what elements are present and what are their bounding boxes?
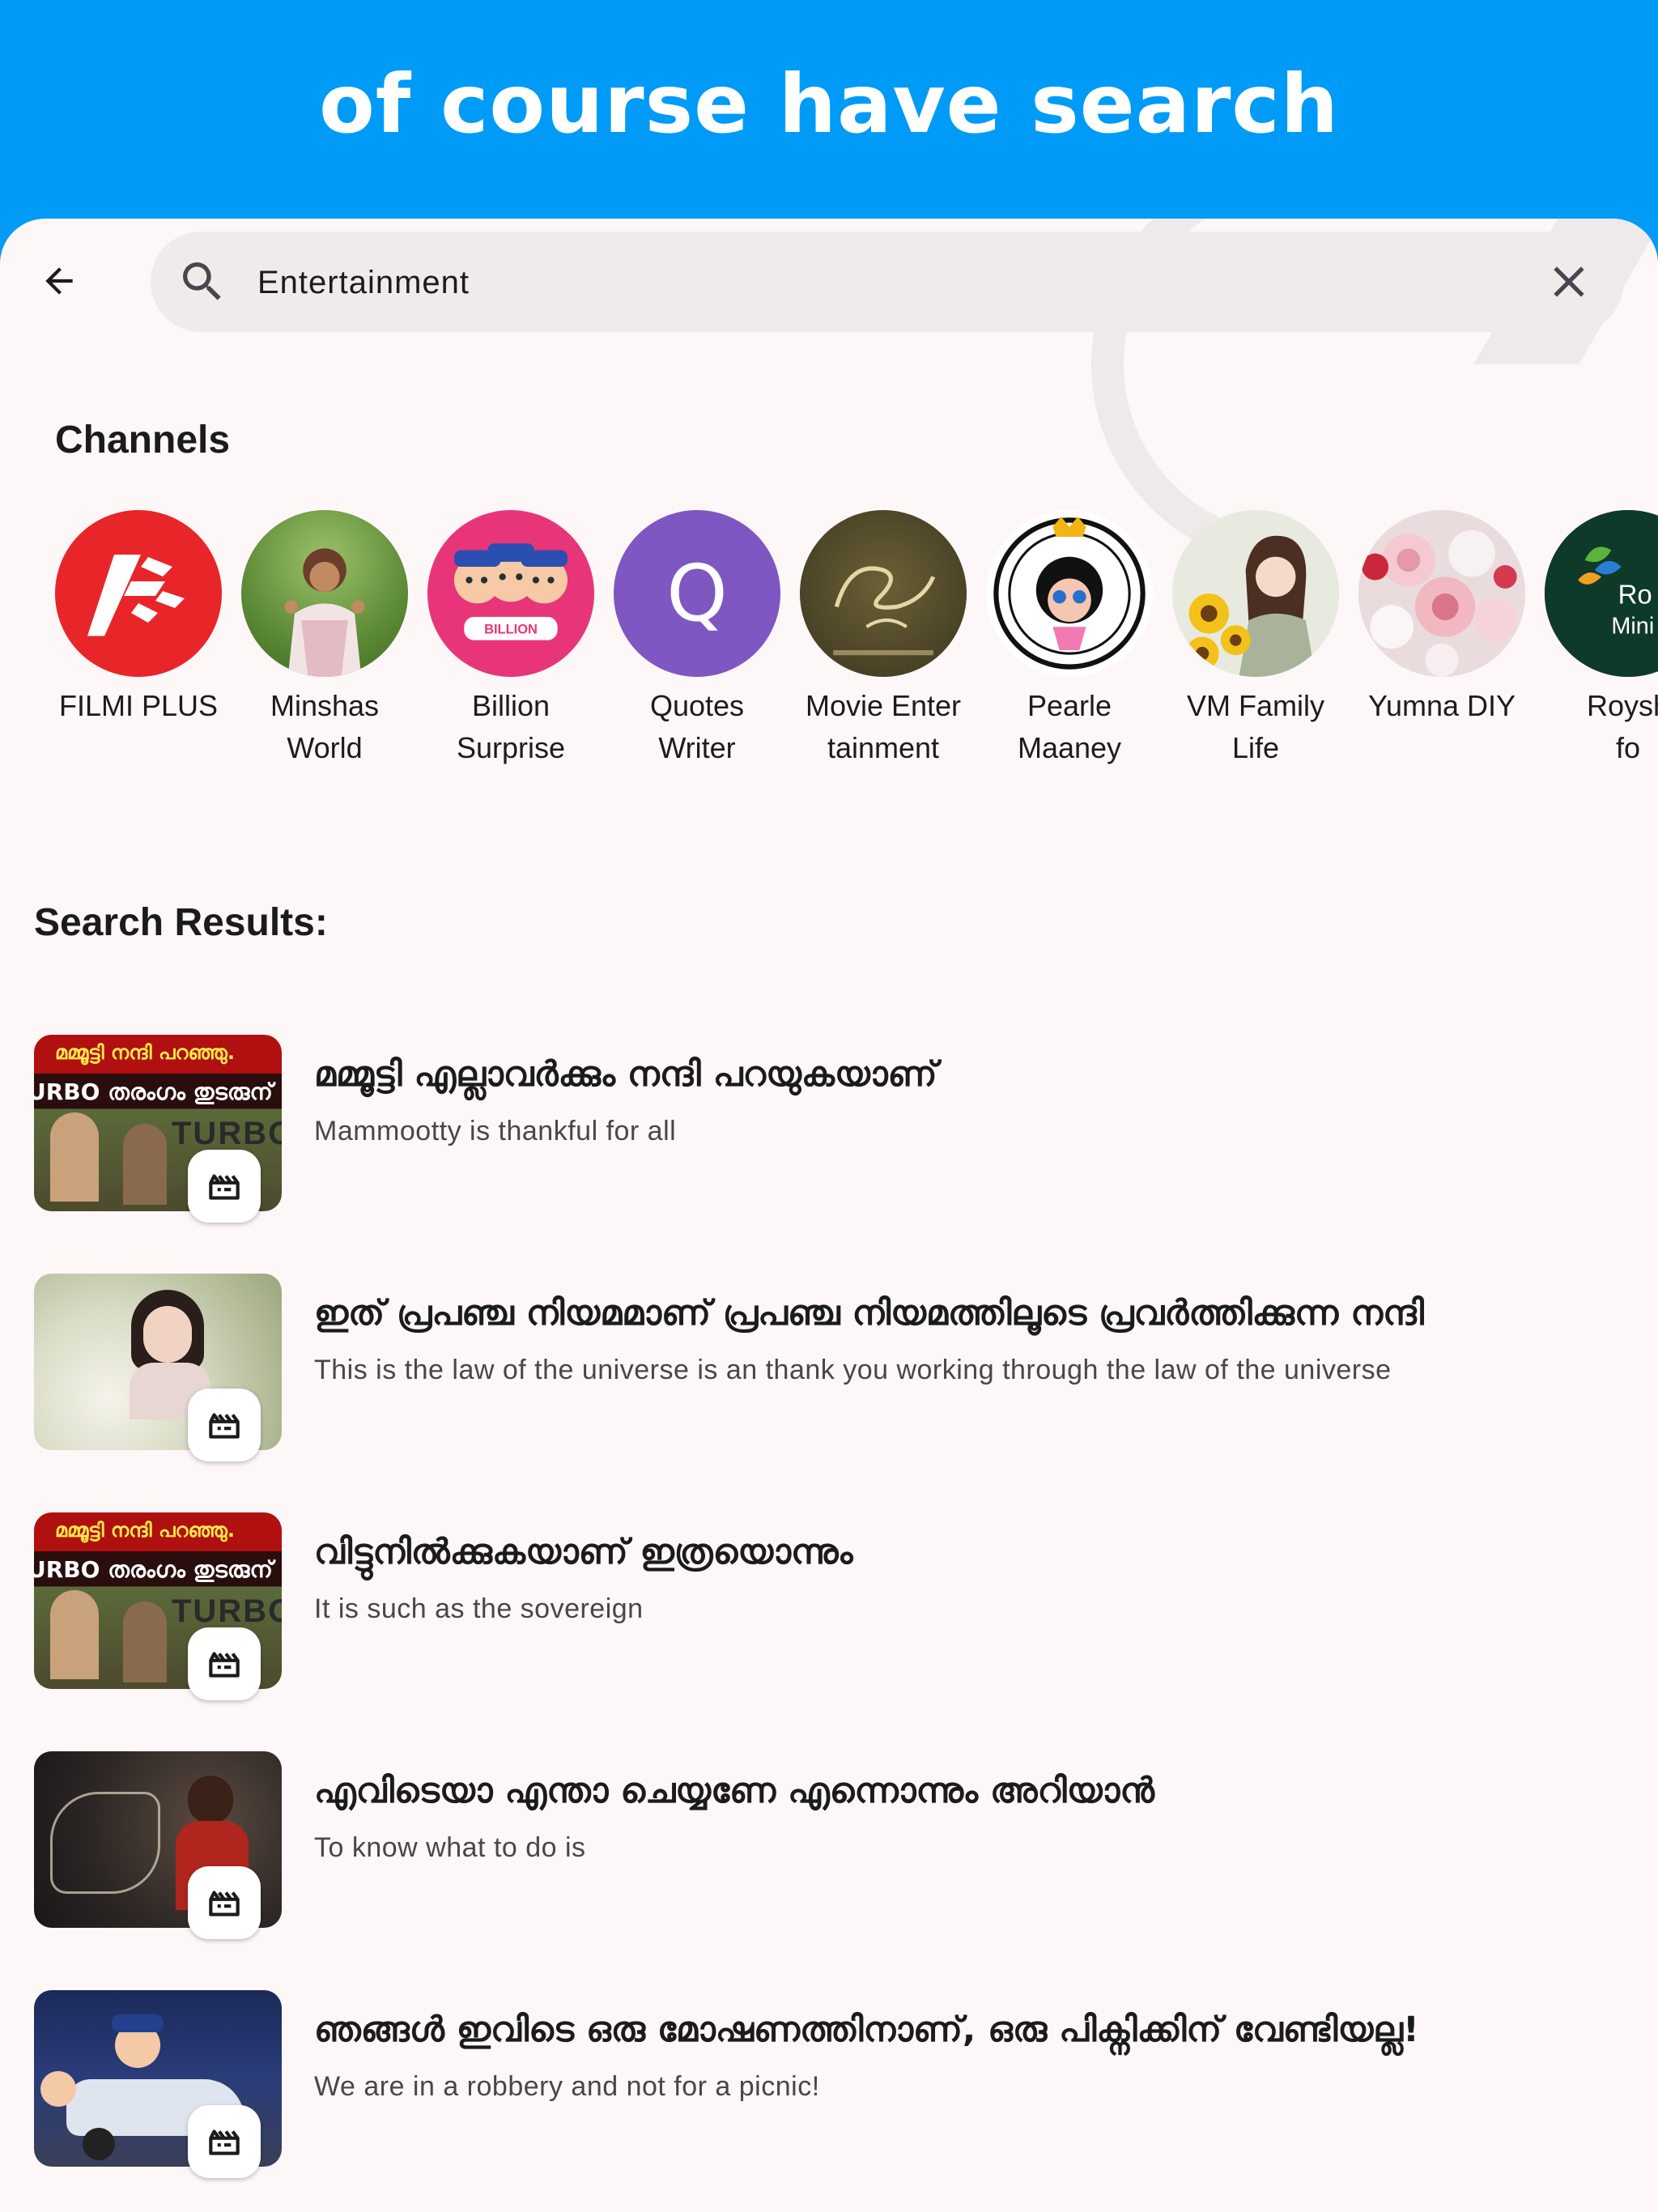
channel-pearle-maaney[interactable]: Pearle Maaney bbox=[984, 510, 1154, 769]
channel-name: Minshas World bbox=[270, 689, 380, 764]
video-clip-icon bbox=[188, 1150, 261, 1223]
billion-surprise-logo-icon: BILLION bbox=[427, 510, 594, 677]
result-subtitle: This is the law of the universe is an th… bbox=[314, 1355, 1392, 1385]
movie-poster-icon bbox=[800, 510, 967, 677]
result-title: ഞങ്ങൾ ഇവിടെ ഒരു മോഷണത്തിനാണ്, ഒരു പിക്നി… bbox=[314, 2010, 1419, 2050]
channel-roysh[interactable]: Ro Mini Roysh fo bbox=[1543, 510, 1658, 769]
result-subtitle: To know what to do is bbox=[314, 1832, 586, 1863]
roysh-logo-icon: Ro Mini bbox=[1545, 510, 1658, 677]
result-title: മമ്മൂട്ടി എല്ലാവർക്കും നന്ദി പറയുകയാണ് bbox=[314, 1054, 937, 1095]
video-clip-icon bbox=[188, 1627, 261, 1700]
result-subtitle: It is such as the sovereign bbox=[314, 1593, 644, 1624]
result-item[interactable]: എവിടെയാ എന്താ ചെയ്യണേ എന്നൊന്നും അറിയാൻ … bbox=[34, 1751, 1621, 1939]
avatar-letter: Q bbox=[614, 510, 780, 677]
search-input[interactable] bbox=[256, 248, 1457, 317]
search-icon bbox=[183, 262, 221, 300]
flowers-photo-icon bbox=[1358, 510, 1525, 677]
result-subtitle: Mammootty is thankful for all bbox=[314, 1116, 677, 1146]
person-photo-icon bbox=[241, 510, 408, 677]
channel-name: Billion Surprise bbox=[456, 689, 566, 764]
search-screen: Channels FILMI PLUS bbox=[0, 219, 1658, 2212]
channel-yumna-diy[interactable]: Yumna DIY bbox=[1357, 510, 1527, 727]
thumbnail-caption: URBO തരംഗം തുടരുന് bbox=[34, 1078, 273, 1105]
promo-banner: of course have search bbox=[0, 0, 1658, 219]
thumbnail-caption: മമ്മൂട്ടി നന്ദി പറഞ്ഞു. bbox=[55, 1041, 236, 1064]
thumbnail-caption: TURBO bbox=[172, 1593, 282, 1629]
banner-title: of course have search bbox=[319, 57, 1339, 151]
channel-name: Quotes Writer bbox=[649, 689, 745, 764]
channel-name: FILMI PLUS bbox=[58, 689, 219, 722]
svg-text:Ro: Ro bbox=[1618, 579, 1652, 609]
channel-name: VM Family Life bbox=[1187, 689, 1324, 764]
thumbnail-caption: URBO തരംഗം തുടരുന് bbox=[34, 1556, 273, 1583]
video-clip-icon bbox=[188, 1389, 261, 1461]
svg-text:BILLION: BILLION bbox=[484, 622, 538, 636]
arrow-left-icon bbox=[45, 267, 73, 295]
result-item[interactable]: മമ്മൂട്ടി നന്ദി പറഞ്ഞു. URBO തരംഗം തുടരു… bbox=[34, 1035, 1621, 1223]
result-title: എവിടെയാ എന്താ ചെയ്യണേ എന്നൊന്നും അറിയാൻ bbox=[314, 1771, 1155, 1811]
channel-name: Roysh fo bbox=[1586, 689, 1658, 764]
search-bar[interactable] bbox=[151, 232, 1624, 332]
channel-minshas-world[interactable]: Minshas World bbox=[240, 510, 410, 769]
channel-name: Pearle Maaney bbox=[1017, 689, 1122, 764]
channel-filmi-plus[interactable]: FILMI PLUS bbox=[53, 510, 223, 727]
close-icon[interactable] bbox=[1543, 256, 1595, 308]
video-clip-icon bbox=[188, 1866, 261, 1939]
result-subtitle: We are in a robbery and not for a picnic… bbox=[314, 2071, 820, 2102]
thumbnail-caption: TURBO bbox=[172, 1116, 282, 1151]
channel-quotes-writer[interactable]: Q Quotes Writer bbox=[612, 510, 782, 769]
back-button[interactable] bbox=[29, 251, 89, 311]
channel-vm-family-life[interactable]: VM Family Life bbox=[1171, 510, 1341, 769]
channels-heading: Channels bbox=[55, 419, 231, 462]
channel-name: Yumna DIY bbox=[1367, 689, 1516, 722]
channel-billion-surprise[interactable]: BILLION Billion Surprise bbox=[426, 510, 596, 769]
result-item[interactable]: മമ്മൂട്ടി നന്ദി പറഞ്ഞു. URBO തരംഗം തുടരു… bbox=[34, 1512, 1621, 1700]
svg-text:Mini: Mini bbox=[1611, 613, 1654, 639]
sunflower-girl-photo-icon bbox=[1172, 510, 1339, 677]
filmi-plus-logo-icon bbox=[55, 510, 222, 677]
result-title: ഇത് പ്രപഞ്ച നിയമമാണ് പ്രപഞ്ച നിയമത്തിലൂട… bbox=[314, 1293, 1425, 1334]
pearle-maaney-logo-icon bbox=[986, 510, 1153, 677]
channel-name: Movie Enter tainment bbox=[805, 689, 962, 764]
result-item[interactable]: ഇത് പ്രപഞ്ച നിയമമാണ് പ്രപഞ്ച നിയമത്തിലൂട… bbox=[34, 1274, 1621, 1461]
channel-movie-entertainment[interactable]: Movie Enter tainment bbox=[798, 510, 968, 769]
result-item[interactable]: ഞങ്ങൾ ഇവിടെ ഒരു മോഷണത്തിനാണ്, ഒരു പിക്നി… bbox=[34, 1990, 1621, 2178]
channels-list: FILMI PLUS Minshas World BILLION Billion… bbox=[53, 510, 1658, 802]
result-title: വിട്ടുനിൽക്കുകയാണ് ഇത്രയൊന്നും bbox=[314, 1532, 853, 1572]
video-clip-icon bbox=[188, 2105, 261, 2178]
search-results-heading: Search Results: bbox=[34, 901, 328, 944]
thumbnail-caption: മമ്മൂട്ടി നന്ദി പറഞ്ഞു. bbox=[55, 1519, 236, 1542]
